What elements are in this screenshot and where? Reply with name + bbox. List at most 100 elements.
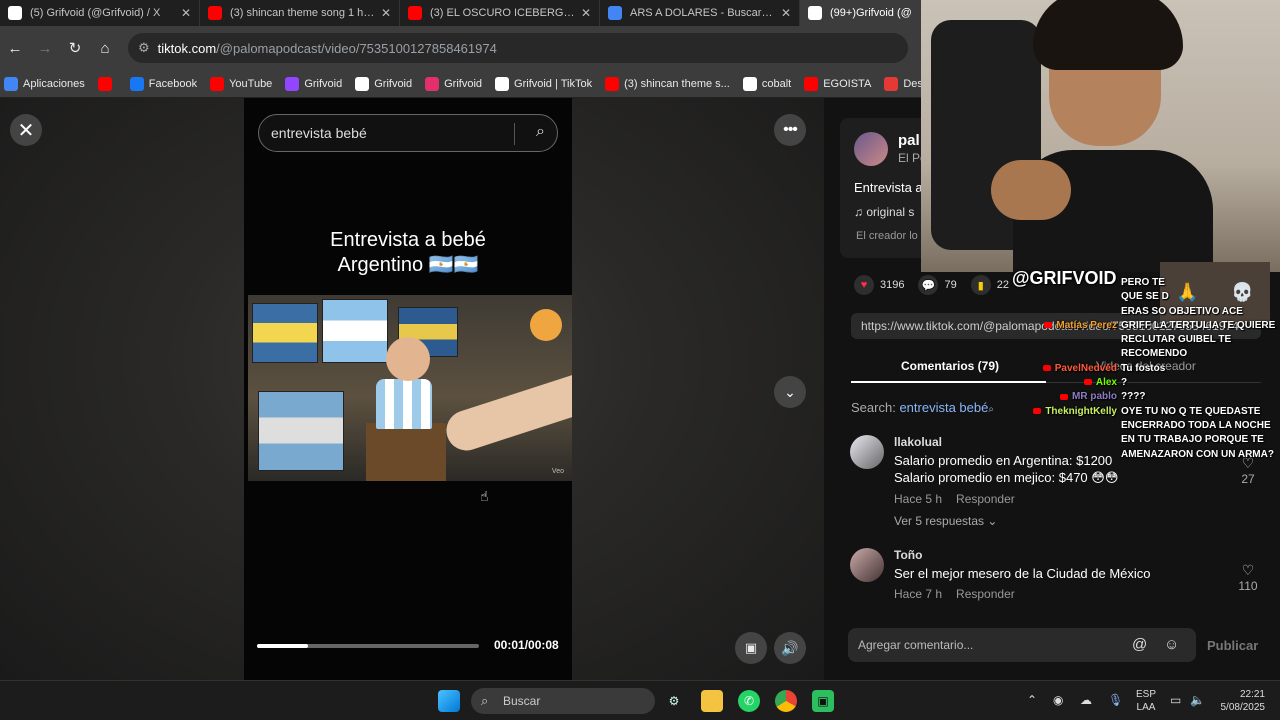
video-search-input[interactable]: entrevista bebé ⌕ [258,114,558,152]
chrome-icon[interactable] [775,690,797,712]
bookmark-item[interactable]: Grifvoid [285,76,342,91]
comment-input[interactable]: Agregar comentario... @ ☺ [848,628,1196,662]
back-icon[interactable]: ← [0,40,30,57]
tab-comments[interactable]: Comentarios (79) [901,359,999,373]
save-count: 22 [996,279,1009,291]
search-keyword: entrevista bebé [899,400,989,415]
video-frame: Veo [248,295,572,481]
bookmark-item[interactable] [97,76,117,91]
reply-button[interactable]: Responder [956,492,1015,506]
video-watermark: Veo [551,468,564,475]
publish-button[interactable]: Publicar [1207,638,1258,653]
search-suggestion[interactable]: Search: entrevista bebé⌕ [851,400,994,415]
system-clock[interactable]: 22:21 5/08/2025 [1215,688,1266,714]
forward-icon[interactable]: → [30,40,60,57]
speaker-icon[interactable]: 🔈 [1190,693,1205,707]
mouse-cursor-icon: ☝ [480,488,489,504]
video-backdrop: ✕ entrevista bebé ⌕ Entrevista a bebé Ar… [0,98,824,680]
steam-icon[interactable]: ⚙ [663,690,685,712]
like-button[interactable]: ♥ 3196 [854,275,904,295]
flag-image [258,391,344,471]
home-icon[interactable]: ⌂ [90,40,120,57]
close-tab-icon[interactable]: ✕ [381,6,391,20]
bookmark-label: Facebook [148,77,198,90]
cloud-icon[interactable]: ☁ [1080,693,1092,707]
comment-like-button[interactable]: ♡ 110 [1236,562,1260,593]
view-replies-button[interactable]: Ver 5 respuestas ⌄ [894,514,997,528]
video-search-value: entrevista bebé [271,125,367,141]
search-icon[interactable]: ⌕ [536,123,545,141]
browser-tab[interactable]: (3) EL OSCURO ICEBERG DE LA ✕ [400,0,600,26]
music-line[interactable]: ♫ original s [854,205,914,219]
bookmark-label: cobalt [761,77,792,90]
whatsapp-icon[interactable]: ✆ [738,690,760,712]
tray-overflow-icon[interactable]: ⌃ [1027,693,1037,707]
bookmark-item[interactable]: Aplicaciones [4,76,85,91]
comment-user[interactable]: Toño [894,548,922,562]
bookmark-item[interactable]: Facebook [129,76,198,91]
author-avatar[interactable] [854,132,888,166]
chat-message: PavelNedvěd Tu fostos [1018,362,1280,376]
address-bar[interactable]: ⚙ tiktok.com/@palomapodcast/video/753510… [128,33,908,63]
bookmark-item[interactable]: EGOISTA [804,76,871,91]
save-button[interactable]: ▮ 22 [970,275,1009,295]
facebook-icon [129,76,144,91]
instagram-icon [425,76,440,91]
avatar[interactable] [850,435,884,469]
language-indicator[interactable]: ESP LAA [1136,688,1156,714]
comment-button[interactable]: 💬 79 [918,275,957,295]
baby-image [386,337,430,381]
youtube-icon [605,76,620,91]
discord-icon[interactable]: ◉ [1053,693,1063,707]
comment-placeholder: Agregar comentario... [858,638,974,652]
youtube-icon [1042,365,1051,372]
volume-icon[interactable]: 🔊 [774,632,806,664]
search-divider [514,123,515,145]
bookmark-item[interactable]: YouTube [210,76,272,91]
windows-start-icon[interactable] [438,690,460,712]
chair-image [366,423,446,481]
comment-text: Ser el mejor mesero de la Ciudad de Méxi… [894,565,1151,582]
video-progress-bar[interactable] [257,644,479,648]
picture-in-picture-icon[interactable]: ▣ [735,632,767,664]
network-icon[interactable]: ▭ [1170,693,1181,707]
browser-tab[interactable]: ARS A DOLARES - Buscar con G ✕ [600,0,800,26]
author-name[interactable]: pal [898,132,920,149]
chevron-down-icon[interactable]: ⌄ [774,376,806,408]
youtube-icon [210,76,225,91]
close-tab-icon[interactable]: ✕ [581,6,591,20]
file-explorer-icon[interactable] [701,690,723,712]
chat-text: PERO TE [1121,277,1165,288]
youtube-icon [208,6,222,20]
bookmark-item[interactable]: Grifvoid [355,76,412,91]
close-tab-icon[interactable]: ✕ [181,6,191,20]
reply-button[interactable]: Responder [956,587,1015,601]
bookmark-item[interactable]: (3) shincan theme s... [605,76,730,91]
close-tab-icon[interactable]: ✕ [781,6,791,20]
site-info-icon[interactable]: ⚙ [138,40,150,56]
browser-tab[interactable]: (3) shincan theme song 1 hour ✕ [200,0,400,26]
chat-username: PavelNedvěd [1054,362,1117,374]
browser-tab[interactable]: (5) Grifvoid (@Grifvoid) / X ✕ [0,0,200,26]
bookmark-item[interactable]: Grifvoid [425,76,482,91]
obs-icon[interactable]: ▣ [812,690,834,712]
x-logo-icon [355,76,370,91]
taskbar-search[interactable]: ⌕ Buscar [471,688,655,714]
video-player[interactable]: entrevista bebé ⌕ Entrevista a bebé Arge… [244,98,572,680]
bookmark-item[interactable]: Grifvoid | TikTok [495,76,592,91]
emoji-icon[interactable]: ☺ [1164,628,1179,662]
avatar[interactable] [850,548,884,582]
mention-icon[interactable]: @ [1132,628,1147,662]
twitch-icon [285,76,300,91]
comment-user[interactable]: llakolual [894,435,942,449]
microphone-icon[interactable]: 🎙 [1108,693,1123,707]
bookmark-item[interactable]: cobalt [742,76,792,91]
more-options-icon[interactable]: ••• [774,114,806,146]
comment-item: Toño Ser el mejor mesero de la Ciudad de… [850,548,1260,608]
comment-text-line2: Salario promedio en mejico: $470 😳😳 [894,470,1119,485]
bookmark-label: (3) shincan theme s... [624,77,730,90]
comment-icon: 💬 [918,275,939,295]
reload-icon[interactable]: ↻ [60,39,90,57]
close-icon[interactable]: ✕ [10,114,42,146]
flag-image [252,303,318,363]
